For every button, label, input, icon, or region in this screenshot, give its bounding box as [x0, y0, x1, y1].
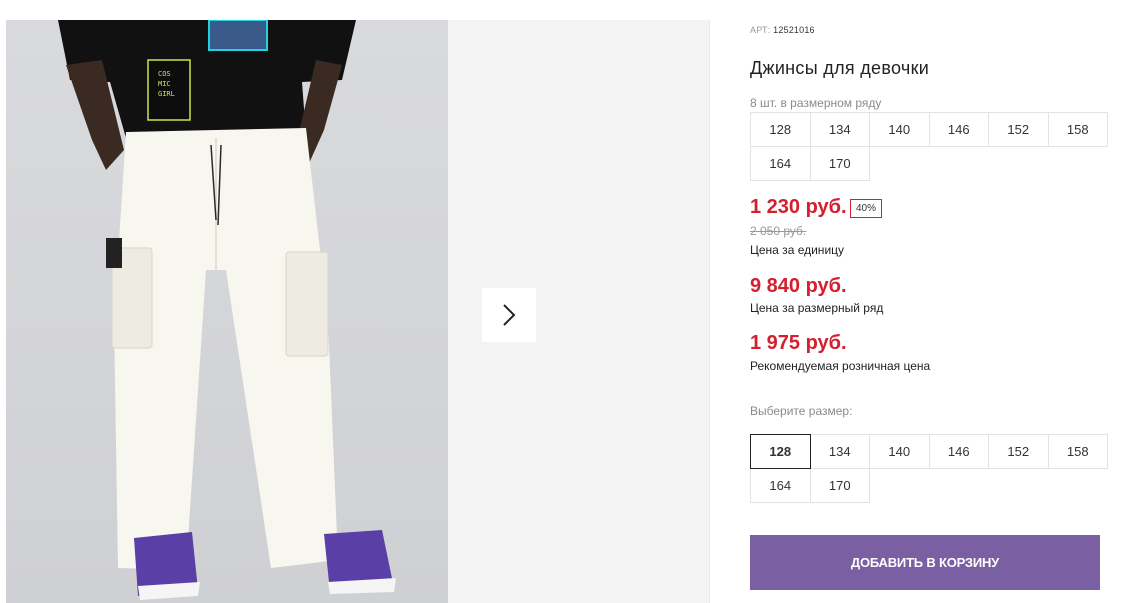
size-option-128[interactable]: 128: [750, 434, 811, 469]
add-to-cart-button[interactable]: ДОБАВИТЬ В КОРЗИНУ: [750, 535, 1100, 590]
size-option-164[interactable]: 164: [750, 468, 811, 503]
product-photo-illustration: COS MIC GIRL: [58, 20, 396, 600]
pack-note: 8 шт. в размерном ряду: [750, 96, 882, 110]
product-photo[interactable]: COS MIC GIRL: [6, 20, 448, 603]
pack-size-grid: 128 134 140 146 152 158 164 170: [750, 112, 1108, 181]
choose-size-label: Выберите размер:: [750, 404, 853, 418]
pack-size-cell: 158: [1047, 112, 1108, 147]
unit-price-label: Цена за единицу: [750, 243, 845, 257]
pack-size-cell: 170: [809, 146, 870, 181]
pack-size-cell: 152: [988, 112, 1049, 147]
product-gallery: COS MIC GIRL: [6, 20, 710, 603]
unit-price: 1 230 руб.: [750, 196, 847, 218]
pack-size-cell: 134: [809, 112, 870, 147]
size-option-134[interactable]: 134: [809, 434, 870, 469]
size-option-170[interactable]: 170: [809, 468, 870, 503]
pack-price: 9 840 руб.: [750, 275, 847, 297]
article-label: АРТ:: [750, 25, 771, 35]
article-number: АРТ: 12521016: [750, 25, 815, 35]
size-selector: 128 134 140 146 152 158 164 170: [750, 434, 1108, 503]
pack-size-cell: 128: [750, 112, 811, 147]
product-title: Джинсы для девочки: [750, 58, 930, 78]
retail-price-label: Рекомендуемая розничная цена: [750, 359, 931, 373]
product-page: COS MIC GIRL АРТ: 12521016 Джинсы для де…: [0, 0, 1129, 603]
svg-text:COS: COS: [158, 70, 171, 78]
size-option-140[interactable]: 140: [869, 434, 930, 469]
article-value: 12521016: [773, 25, 815, 35]
chevron-right-icon: [503, 304, 516, 326]
svg-text:GIRL: GIRL: [158, 90, 175, 98]
old-price: 2 050 руб.: [750, 224, 807, 238]
pack-size-cell: 146: [928, 112, 989, 147]
gallery-next-button[interactable]: [482, 288, 536, 342]
size-option-158[interactable]: 158: [1047, 434, 1108, 469]
pack-size-cell: 140: [869, 112, 930, 147]
size-option-146[interactable]: 146: [928, 434, 989, 469]
retail-price: 1 975 руб.: [750, 332, 847, 354]
svg-text:MIC: MIC: [158, 80, 171, 88]
pack-price-label: Цена за размерный ряд: [750, 301, 884, 315]
size-option-152[interactable]: 152: [988, 434, 1049, 469]
pack-size-cell: 164: [750, 146, 811, 181]
discount-badge: 40%: [850, 199, 883, 218]
